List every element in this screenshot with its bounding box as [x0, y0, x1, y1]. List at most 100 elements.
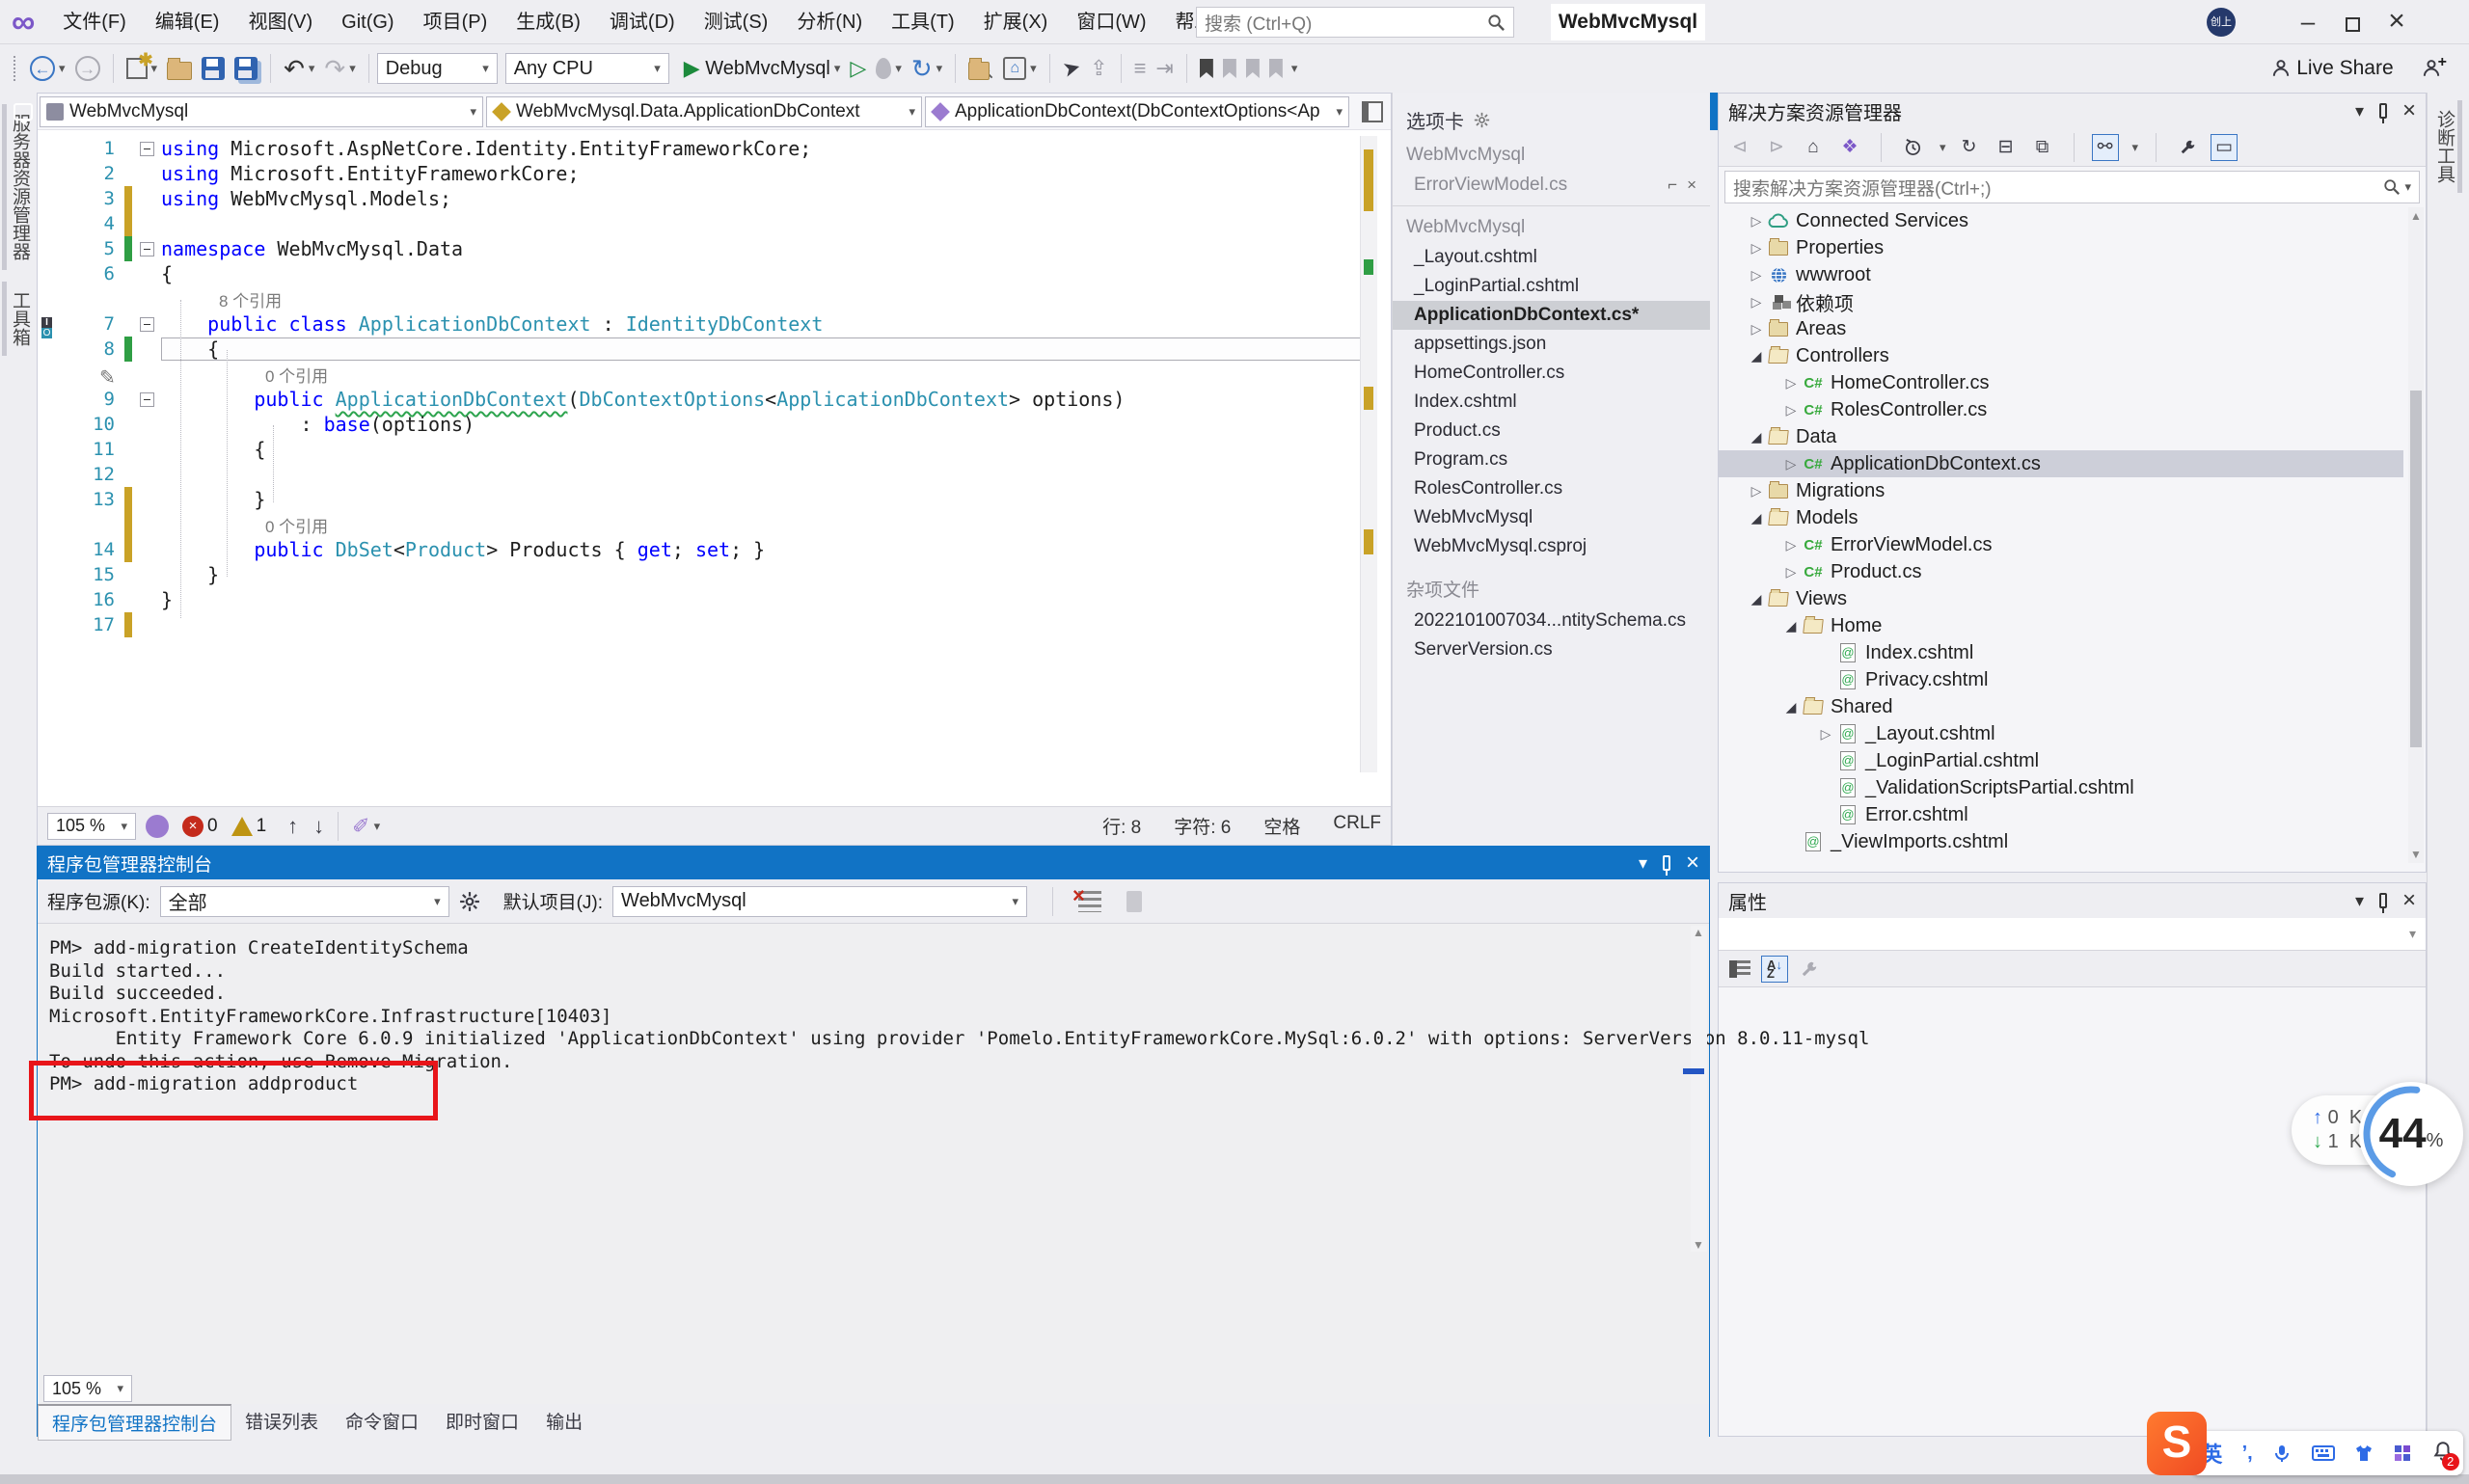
navigate-forward-button[interactable]: →	[70, 51, 105, 86]
default-project-dropdown[interactable]: WebMvcMysql▾	[612, 886, 1027, 917]
tree-item[interactable]: ▷@_Layout.cshtml	[1719, 720, 2403, 747]
pin-icon[interactable]	[1663, 855, 1670, 871]
menu-analyze[interactable]: 分析(N)	[782, 0, 877, 44]
close-icon[interactable]: ×	[2402, 97, 2416, 124]
code-area[interactable]: 1using Microsoft.AspNetCore.Identity.Ent…	[38, 136, 1369, 637]
hot-reload-button[interactable]: ▾	[871, 51, 907, 86]
tree-item[interactable]: ◢Home	[1719, 612, 2403, 639]
keep-open-icon[interactable]: ⌐	[1668, 175, 1677, 195]
add-user-button[interactable]: +	[2416, 51, 2452, 86]
alphabetical-sort-icon[interactable]: A↓Z	[1761, 956, 1788, 983]
menu-file[interactable]: 文件(F)	[48, 0, 141, 44]
toolbox-grid-icon[interactable]	[2393, 1444, 2412, 1463]
menu-build[interactable]: 生成(B)	[502, 0, 595, 44]
tab-package-manager-console[interactable]: 程序包管理器控制台	[38, 1404, 231, 1441]
solution-search-input[interactable]: 搜索解决方案资源管理器(Ctrl+;) ▾	[1724, 171, 2420, 203]
fold-toggle[interactable]	[140, 242, 154, 256]
tree-item[interactable]: ▷Areas	[1719, 315, 2403, 342]
pin-icon[interactable]	[2379, 893, 2387, 908]
tree-item[interactable]: ▷wwwroot	[1719, 261, 2403, 288]
new-project-button[interactable]: ✱▾	[122, 51, 163, 86]
console-scrollbar[interactable]: ▲ ▼	[1691, 926, 1707, 1252]
tree-item[interactable]: @_ViewImports.cshtml	[1719, 828, 2403, 855]
solution-configuration-dropdown[interactable]: Debug▾	[377, 53, 498, 84]
tab-item[interactable]: 2022101007034...ntitySchema.cs	[1393, 607, 1710, 635]
tab-immediate-window[interactable]: 即时窗口	[432, 1404, 532, 1438]
home-icon[interactable]: ⌂	[1800, 134, 1827, 161]
tree-item[interactable]: ▷C#Product.cs	[1719, 558, 2403, 585]
tree-item[interactable]: @Index.cshtml	[1719, 639, 2403, 666]
prev-issue-icon[interactable]: ↑	[287, 814, 298, 839]
background-tasks-icon[interactable]	[14, 103, 33, 121]
iis-express-button[interactable]: ⌂▾	[998, 51, 1042, 86]
server-explorer-tab[interactable]: 服务器资源管理器	[2, 104, 33, 270]
switch-views-icon[interactable]: ❖	[1836, 134, 1863, 161]
tab-item[interactable]: HomeController.cs	[1393, 359, 1710, 388]
solution-explorer-header[interactable]: 解决方案资源管理器 ▾ ×	[1719, 94, 2426, 128]
restart-button[interactable]: ↻▾	[907, 51, 947, 86]
tree-item[interactable]: @_LoginPartial.cshtml	[1719, 747, 2403, 774]
menu-extensions[interactable]: 扩展(X)	[969, 0, 1063, 44]
menu-git[interactable]: Git(G)	[327, 0, 408, 44]
tree-item[interactable]: @Error.cshtml	[1719, 801, 2403, 828]
toolbar-grip[interactable]	[14, 56, 17, 81]
pmc-title-bar[interactable]: 程序包管理器控制台 ▾ ×	[38, 847, 1709, 879]
clear-console-icon[interactable]	[1078, 891, 1101, 912]
menu-debug[interactable]: 调试(D)	[595, 0, 690, 44]
close-icon[interactable]: ×	[1687, 175, 1696, 195]
tree-item[interactable]: @_ValidationScriptsPartial.cshtml	[1719, 774, 2403, 801]
close-icon[interactable]: ×	[1686, 850, 1699, 877]
memory-usage-ball[interactable]: 44%	[2359, 1082, 2463, 1186]
menu-view[interactable]: 视图(V)	[233, 0, 327, 44]
keyboard-icon[interactable]	[2312, 1444, 2335, 1462]
restore-button[interactable]	[2330, 0, 2374, 44]
solution-platform-dropdown[interactable]: Any CPU▾	[505, 53, 669, 84]
show-all-files-icon[interactable]: ⧉	[2029, 134, 2056, 161]
warning-icon[interactable]	[231, 817, 253, 836]
save-all-button[interactable]	[230, 51, 262, 86]
error-count[interactable]: 0	[207, 816, 218, 837]
package-source-dropdown[interactable]: 全部▾	[160, 886, 449, 917]
tab-item[interactable]: ServerVersion.cs	[1393, 635, 1710, 664]
tree-item[interactable]: ▷C#HomeController.cs	[1719, 369, 2403, 396]
toggle-bookmark-button[interactable]	[1195, 51, 1218, 86]
sogou-ime-logo[interactable]: S	[2147, 1412, 2207, 1475]
breadcrumb-member-dropdown[interactable]: ApplicationDbContext(DbContextOptions<Ap…	[925, 96, 1349, 127]
notification-bell[interactable]: 2	[2432, 1441, 2454, 1467]
window-menu-icon[interactable]: ▾	[1639, 853, 1647, 874]
selection-tool-button[interactable]: ➤	[1058, 51, 1085, 86]
split-window-icon[interactable]	[1362, 101, 1383, 122]
breadcrumb-type-dropdown[interactable]: WebMvcMysql.Data.ApplicationDbContext▾	[486, 96, 922, 127]
toolbox-tab[interactable]: 工具箱	[2, 282, 33, 356]
tab-item[interactable]: _Layout.cshtml	[1393, 243, 1710, 272]
tree-item[interactable]: ◢Controllers	[1719, 342, 2403, 369]
navigate-back-button[interactable]: ←▾	[25, 51, 70, 86]
tab-item[interactable]: WebMvcMysql	[1393, 503, 1710, 532]
tab-item-preview[interactable]: ErrorViewModel.cs⌐×	[1393, 171, 1710, 200]
ime-punctuation-toggle[interactable]: ’,	[2242, 1443, 2253, 1465]
solution-scrollbar[interactable]: ▲ ▼	[2408, 207, 2424, 863]
codelens-references[interactable]: 8 个引用	[38, 286, 1369, 311]
codelens-references[interactable]: 0 个引用	[38, 362, 1369, 387]
close-icon[interactable]: ×	[2402, 887, 2416, 914]
search-icon[interactable]	[1487, 13, 1506, 32]
diagnostic-tools-tab[interactable]: 诊断工具	[2431, 100, 2462, 193]
console-zoom-dropdown[interactable]: 105 %▾	[43, 1375, 132, 1402]
redo-button[interactable]: ↷▾	[319, 51, 360, 86]
tree-item[interactable]: @Privacy.cshtml	[1719, 666, 2403, 693]
minimize-button[interactable]: –	[2286, 0, 2330, 44]
tree-item[interactable]: ◢Views	[1719, 585, 2403, 612]
tree-item[interactable]: ▷Connected Services	[1719, 207, 2403, 234]
tree-item[interactable]: ▷C#ErrorViewModel.cs	[1719, 531, 2403, 558]
warning-count[interactable]: 1	[257, 816, 267, 837]
quick-action-pen-icon[interactable]: ✎	[99, 365, 116, 390]
tab-item-active[interactable]: ApplicationDbContext.cs*	[1393, 301, 1710, 330]
gear-icon[interactable]	[459, 891, 480, 912]
user-avatar[interactable]: 创上	[2207, 8, 2236, 37]
tab-command-window[interactable]: 命令窗口	[332, 1404, 432, 1438]
window-menu-icon[interactable]: ▾	[2355, 101, 2364, 121]
tree-item[interactable]: ▷C#RolesController.cs	[1719, 396, 2403, 423]
preview-selected-items-icon[interactable]: ▭	[2211, 134, 2238, 161]
inheritance-margin-icon[interactable]: IO	[41, 317, 63, 340]
attach-button[interactable]: ⇪	[1085, 51, 1112, 86]
